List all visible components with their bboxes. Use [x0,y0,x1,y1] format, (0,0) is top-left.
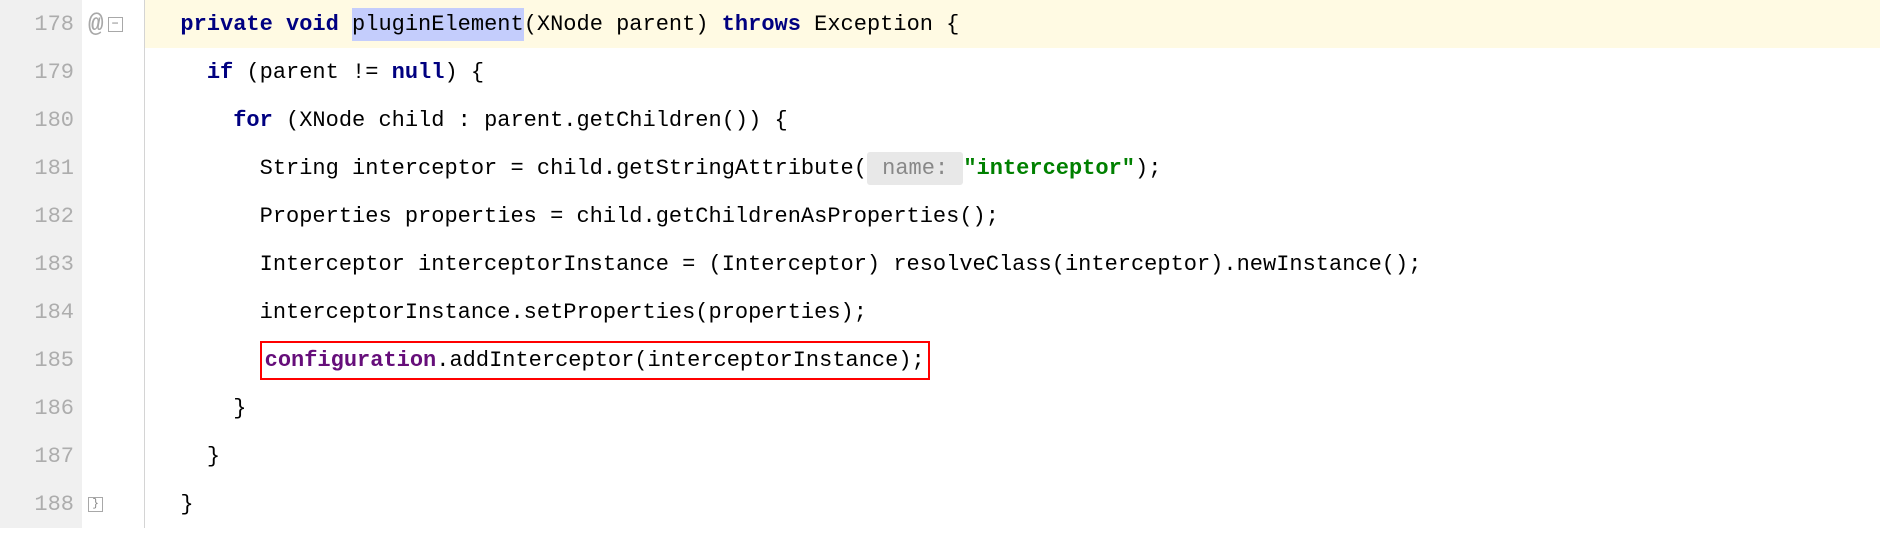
code-line[interactable]: configuration.addInterceptor(interceptor… [144,336,1880,384]
line-number: 185 [16,336,74,384]
code-text: (XNode child : parent.getChildren()) { [273,104,788,137]
line-number: 184 [16,288,74,336]
code-text: (parent != [233,56,391,89]
code-line[interactable]: Interceptor interceptorInstance = (Inter… [144,240,1880,288]
string-literal: "interceptor" [963,152,1135,185]
line-number-gutter: 178 179 180 181 182 183 184 185 186 187 … [0,0,82,528]
code-editor[interactable]: private void pluginElement(XNode parent)… [144,0,1880,528]
highlighted-box: configuration.addInterceptor(interceptor… [260,341,930,380]
code-text: String interceptor = child.getStringAttr… [260,152,867,185]
code-line[interactable]: Properties properties = child.getChildre… [144,192,1880,240]
code-text: ) { [444,56,484,89]
code-text: Exception { [801,8,959,41]
inspection-icon[interactable]: @ [88,5,104,44]
line-number: 187 [16,432,74,480]
gutter-separator [144,0,145,528]
fold-end-icon[interactable]: } [88,497,103,512]
field-reference: configuration [265,348,437,373]
line-number: 181 [16,144,74,192]
code-text: } [180,488,193,521]
line-number: 186 [16,384,74,432]
code-text: Interceptor interceptorInstance = (Inter… [260,248,1422,281]
code-text: (XNode parent) [524,8,722,41]
line-number: 183 [16,240,74,288]
code-line[interactable]: } [144,480,1880,528]
code-line[interactable]: interceptorInstance.setProperties(proper… [144,288,1880,336]
code-text: } [207,440,220,473]
code-text: Properties properties = child.getChildre… [260,200,999,233]
code-line[interactable]: private void pluginElement(XNode parent)… [144,0,1880,48]
param-hint: name: [867,152,963,185]
fold-collapse-icon[interactable]: − [108,17,123,32]
method-name-selected: pluginElement [352,8,524,41]
code-line[interactable]: for (XNode child : parent.getChildren())… [144,96,1880,144]
keyword-void: void [286,8,339,41]
keyword-for: for [233,104,273,137]
line-number: 182 [16,192,74,240]
line-number: 188 [16,480,74,528]
line-number: 179 [16,48,74,96]
line-number: 180 [16,96,74,144]
code-line[interactable]: if (parent != null) { [144,48,1880,96]
code-line[interactable]: } [144,432,1880,480]
keyword-private: private [180,8,272,41]
fold-marker-gutter: @ − } [82,0,144,528]
code-text: } [233,392,246,425]
code-text: interceptorInstance.setProperties(proper… [260,296,867,329]
code-text: .addInterceptor(interceptorInstance); [436,348,924,373]
code-line[interactable]: } [144,384,1880,432]
line-number: 178 [16,0,74,48]
keyword-if: if [207,56,233,89]
keyword-null: null [392,56,445,89]
code-text: ); [1135,152,1161,185]
keyword-throws: throws [722,8,801,41]
code-line[interactable]: String interceptor = child.getStringAttr… [144,144,1880,192]
